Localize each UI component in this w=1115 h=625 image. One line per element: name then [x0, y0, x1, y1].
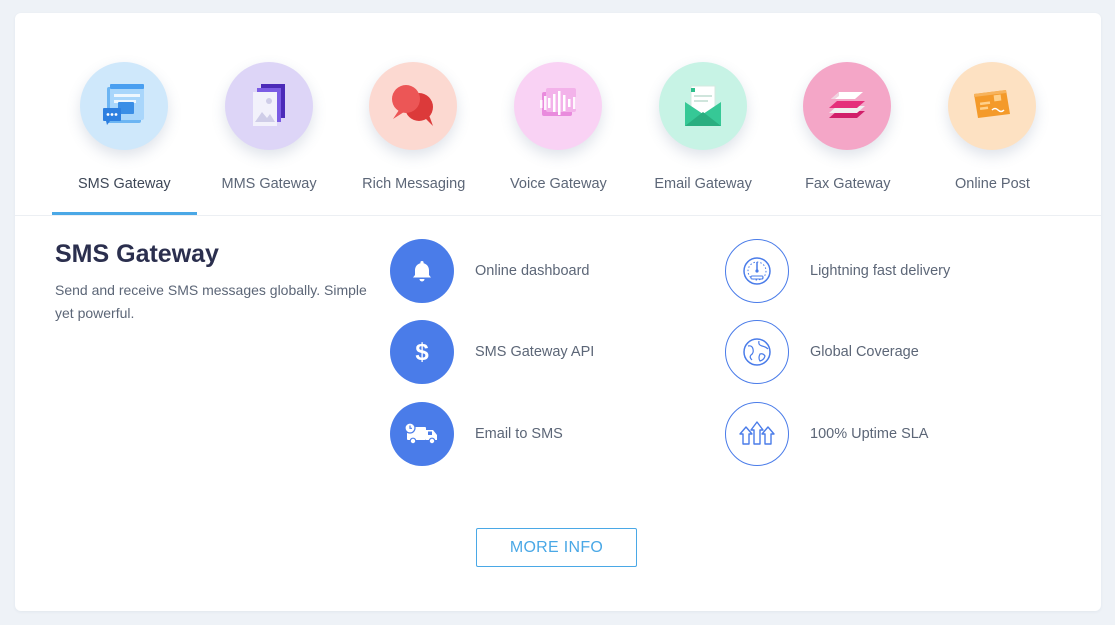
feature-uptime-sla: 100% Uptime SLA — [725, 402, 928, 466]
speedometer-icon — [725, 239, 789, 303]
tabs-divider — [15, 215, 1101, 216]
tab-circle-post — [948, 62, 1037, 150]
feature-label: Global Coverage — [810, 344, 919, 360]
tab-voice-gateway[interactable]: Voice Gateway — [486, 13, 631, 215]
tab-circle-sms — [80, 62, 168, 150]
tab-circle-rich — [369, 62, 458, 150]
bell-icon — [390, 239, 454, 303]
svg-text:$: $ — [415, 339, 429, 366]
chat-bubbles-icon — [392, 85, 434, 126]
panel-title: SMS Gateway — [55, 240, 219, 268]
tab-mms-gateway[interactable]: MMS Gateway — [197, 13, 342, 215]
postcard-icon — [974, 90, 1011, 118]
tab-online-post[interactable]: Online Post — [920, 13, 1065, 215]
tab-email-gateway[interactable]: Email Gateway — [631, 13, 776, 215]
feature-sms-gateway-api: $ SMS Gateway API — [390, 320, 594, 384]
sms-chat-window-icon — [103, 84, 144, 125]
tab-circle-fax — [803, 62, 892, 150]
tab-circle-email — [658, 62, 747, 150]
feature-label: SMS Gateway API — [475, 344, 595, 360]
more-info-button[interactable]: MORE INFO — [476, 528, 637, 567]
tab-label: Rich Messaging — [362, 176, 466, 192]
tab-label: Online Post — [954, 176, 1030, 192]
gateway-card: SMS Gateway MMS Gateway Rich Messaging V… — [15, 13, 1101, 611]
tab-sms-gateway[interactable]: SMS Gateway — [52, 13, 197, 215]
feature-label: Online dashboard — [475, 263, 590, 279]
dollar-icon: $ — [390, 320, 454, 384]
email-envelope-icon — [684, 85, 721, 126]
feature-label: 100% Uptime SLA — [810, 426, 929, 442]
feature-global-coverage: Global Coverage — [725, 320, 919, 384]
fax-paper-stack-icon — [829, 92, 866, 118]
globe-icon — [725, 320, 789, 384]
delivery-truck-icon — [390, 402, 454, 466]
feature-label: Lightning fast delivery — [810, 263, 951, 279]
tab-label: Voice Gateway — [510, 176, 607, 192]
tab-circle-voice — [514, 62, 603, 150]
feature-lightning-fast-delivery: Lightning fast delivery — [725, 239, 950, 303]
tab-label: Fax Gateway — [805, 176, 891, 192]
panel-description: Send and receive SMS messages globally. … — [55, 282, 367, 321]
gateway-tabs: SMS Gateway MMS Gateway Rich Messaging V… — [52, 13, 1065, 215]
feature-label: Email to SMS — [475, 426, 563, 442]
tab-fax-gateway[interactable]: Fax Gateway — [775, 13, 920, 215]
mms-image-stack-icon — [252, 84, 285, 126]
tab-rich-messaging[interactable]: Rich Messaging — [341, 13, 486, 215]
tab-label: MMS Gateway — [221, 176, 317, 192]
voice-waveform-icon — [540, 88, 577, 116]
feature-email-to-sms: Email to SMS — [390, 402, 563, 466]
tab-label: Email Gateway — [654, 176, 752, 192]
up-arrows-icon — [725, 402, 789, 466]
feature-online-dashboard: Online dashboard — [390, 239, 589, 303]
tab-circle-mms — [224, 62, 313, 150]
tab-label: SMS Gateway — [78, 176, 171, 192]
